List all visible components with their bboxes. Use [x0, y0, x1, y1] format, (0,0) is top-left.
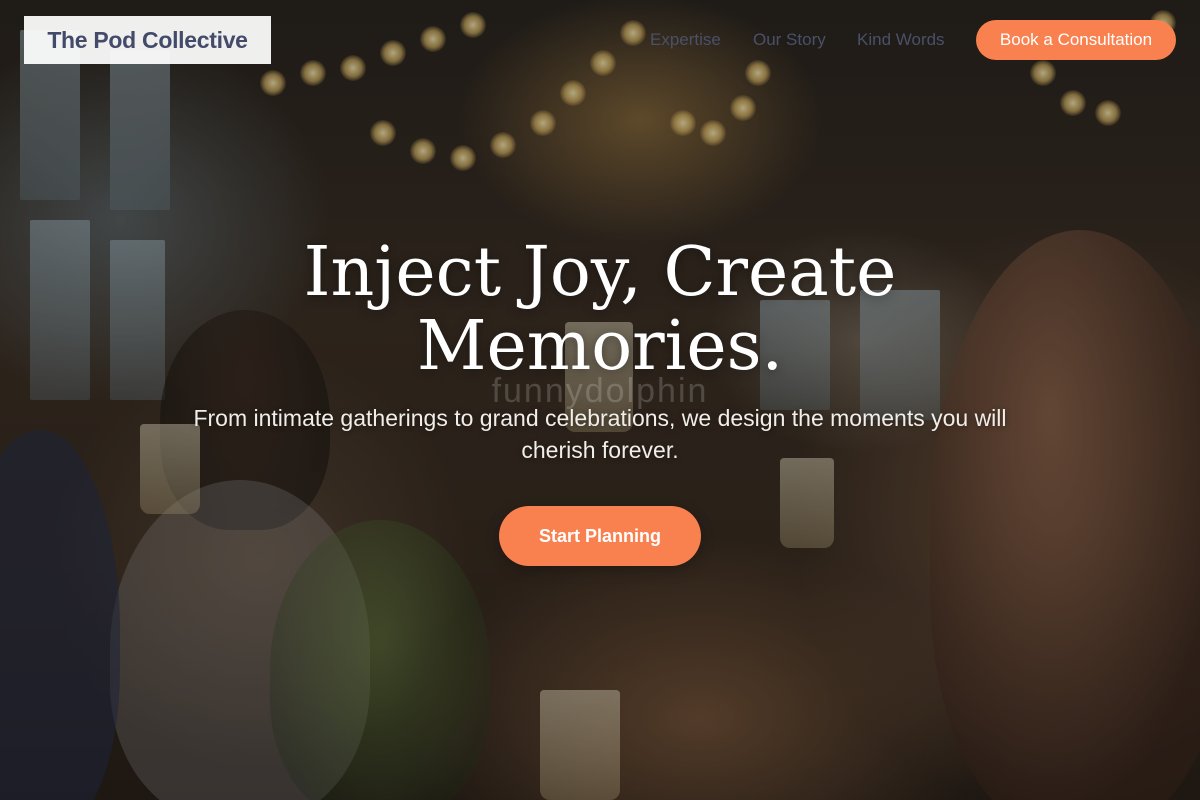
hero-section: The Pod Collective Expertise Our Story K…: [0, 0, 1200, 800]
start-planning-button[interactable]: Start Planning: [499, 506, 701, 566]
main-navigation: Expertise Our Story Kind Words Book a Co…: [0, 0, 1200, 80]
hero-headline: Inject Joy, Create Memories.: [0, 236, 1200, 384]
nav-link-expertise[interactable]: Expertise: [650, 30, 721, 50]
nav-link-kind-words[interactable]: Kind Words: [857, 30, 945, 50]
hero-subheadline: From intimate gatherings to grand celebr…: [193, 405, 1007, 463]
hero-headline-line-1: Inject Joy, Create: [303, 233, 897, 312]
book-consultation-button[interactable]: Book a Consultation: [976, 20, 1176, 60]
nav-link-our-story[interactable]: Our Story: [753, 30, 826, 50]
